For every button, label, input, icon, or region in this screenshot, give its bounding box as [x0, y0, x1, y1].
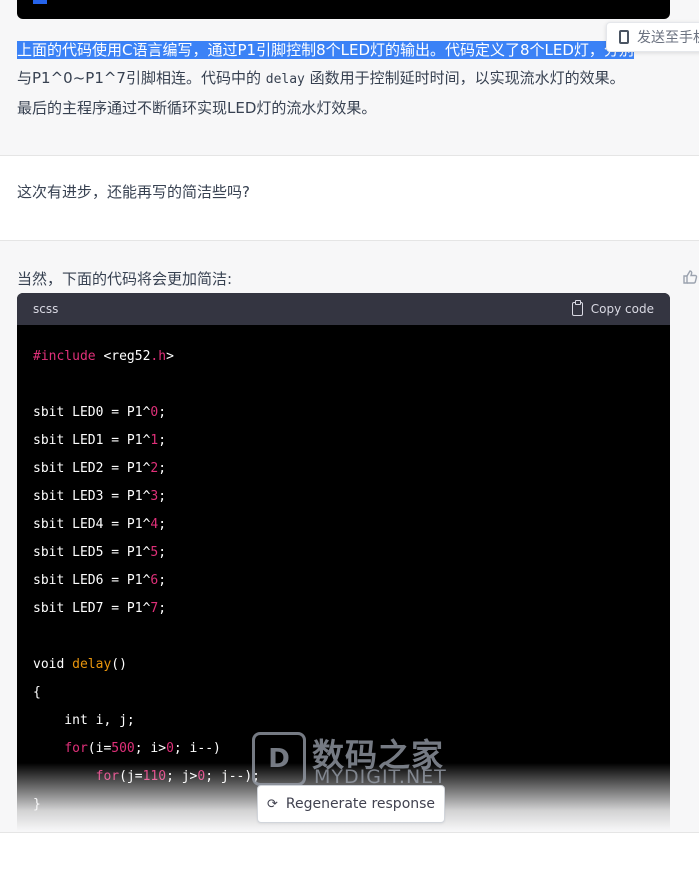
code-line: sbit LED2 = P1^2; — [33, 455, 654, 483]
send-to-phone-label: 发送至手机 — [637, 30, 699, 46]
code-language-label: scss — [33, 302, 59, 316]
code-token: sbit LED4 = P1^ — [33, 517, 151, 532]
code-token: ; — [158, 489, 167, 504]
code-token: sbit LED3 = P1^ — [33, 489, 151, 504]
code-token: #include — [33, 349, 96, 364]
code-token: sbit LED5 = P1^ — [33, 545, 151, 560]
code-token: ; — [158, 517, 167, 532]
code-line: #include <reg52.h> — [33, 343, 654, 371]
code-token: 500 — [111, 741, 135, 756]
code-token: void — [33, 657, 73, 672]
code-token: ; — [158, 433, 167, 448]
thumbs-up-icon[interactable] — [682, 269, 698, 285]
user-message: 这次有进步，还能再写的简洁些吗? — [0, 156, 699, 241]
code-line: sbit LED7 = P1^7; — [33, 595, 654, 623]
code-token: for — [64, 741, 88, 756]
code-token: for — [95, 769, 120, 784]
code-line: sbit LED0 = P1^0; — [33, 399, 654, 427]
code-token: () — [111, 657, 127, 672]
regenerate-label: Regenerate response — [285, 796, 436, 812]
assistant-intro-text: 当然，下面的代码将会更加简洁: — [17, 270, 233, 288]
code-line: { — [33, 679, 654, 707]
code-token: ; — [158, 573, 167, 588]
code-token: 0 — [166, 741, 174, 756]
code-token: 110 — [142, 769, 167, 784]
code-token: int i, j; — [33, 713, 135, 728]
code-token: ; — [158, 545, 167, 560]
code-token: } — [33, 797, 41, 812]
paragraph-text: 最后的主程序通过不断循环实现LED灯的流水灯效果。 — [17, 99, 377, 117]
code-token: ; — [158, 461, 167, 476]
watermark: D 数码之家 MYDIGIT.NET — [252, 730, 452, 790]
code-token: sbit LED0 = P1^ — [33, 405, 151, 420]
copy-code-label: Copy code — [590, 302, 654, 316]
code-line: sbit LED5 = P1^5; — [33, 539, 654, 567]
previous-code-block-end — [17, 0, 670, 19]
code-header: scss Copy code — [17, 293, 670, 325]
code-token: (j= — [119, 769, 143, 784]
code-line: sbit LED6 = P1^6; — [33, 567, 654, 595]
code-token: ; i> — [134, 741, 167, 756]
code-line: void delay() — [33, 651, 654, 679]
code-token: ; — [158, 405, 167, 420]
paragraph-text: 函数用于控制延时时间，以实现流水灯的效果。 — [304, 69, 625, 87]
code-line: sbit LED4 = P1^4; — [33, 511, 654, 539]
code-token: sbit LED1 = P1^ — [33, 433, 151, 448]
code-token: delay — [72, 657, 112, 672]
code-line: sbit LED3 = P1^3; — [33, 483, 654, 511]
paragraph-text: 与P1^0~P1^7引脚相连。代码中的 — [17, 69, 266, 87]
code-token: ; i--) — [173, 741, 221, 756]
composer-area — [0, 832, 699, 880]
refresh-icon: ⟳ — [266, 796, 278, 812]
selected-text[interactable]: 上面的代码使用C语言编写，通过P1引脚控制8个LED灯的输出。代码定义了8个LE… — [17, 41, 634, 59]
send-to-phone-button[interactable]: 发送至手机 — [606, 22, 699, 52]
code-token: sbit LED2 = P1^ — [33, 461, 151, 476]
regenerate-response-button[interactable]: ⟳ Regenerate response — [257, 785, 445, 823]
code-token: (i= — [87, 741, 112, 756]
phone-icon — [619, 30, 629, 44]
watermark-logo: D — [252, 732, 306, 786]
copy-code-button[interactable]: Copy code — [571, 300, 654, 316]
code-line: sbit LED1 = P1^1; — [33, 427, 654, 455]
code-token: sbit LED6 = P1^ — [33, 573, 151, 588]
assistant-paragraph: 上面的代码使用C语言编写，通过P1引脚控制8个LED灯的输出。代码定义了8个LE… — [17, 36, 677, 122]
scroll-indicator — [33, 0, 47, 4]
code-token: <reg52 — [95, 349, 151, 364]
inline-code: delay — [265, 72, 305, 87]
code-token: { — [33, 685, 41, 700]
code-token: > — [166, 349, 174, 364]
code-token: sbit LED7 = P1^ — [33, 601, 151, 616]
user-message-text: 这次有进步，还能再写的简洁些吗? — [17, 183, 250, 201]
code-token: .h — [150, 349, 167, 364]
assistant-message-1: 上面的代码使用C语言编写，通过P1引脚控制8个LED灯的输出。代码定义了8个LE… — [0, 0, 699, 156]
clipboard-icon — [571, 300, 583, 316]
code-token: ; j> — [166, 769, 198, 784]
code-token: ; — [158, 601, 167, 616]
